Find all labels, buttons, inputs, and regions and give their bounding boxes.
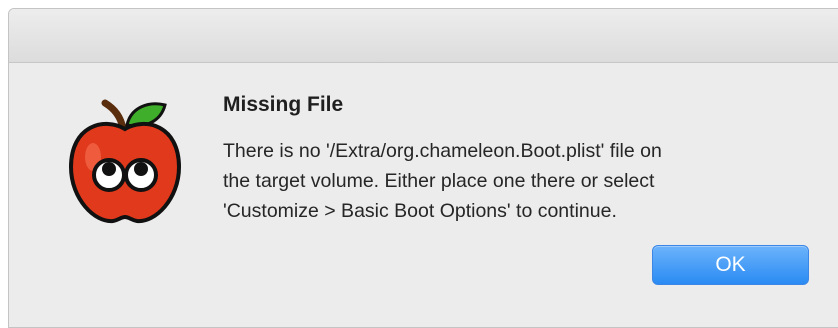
message-line: 'Customize > Basic Boot Options' to cont…	[223, 200, 617, 222]
message-line: There is no '/Extra/org.chameleon.Boot.p…	[223, 140, 662, 162]
message-line: the target volume. Either place one ther…	[223, 170, 655, 192]
dialog-title: Missing File	[223, 93, 344, 116]
chameleon-apple-icon	[68, 99, 182, 224]
alert-dialog: Missing File There is no '/Extra/org.cha…	[8, 8, 838, 328]
ok-button[interactable]: OK	[652, 245, 809, 285]
title-bar[interactable]	[9, 9, 838, 63]
dialog-message: There is no '/Extra/org.chameleon.Boot.p…	[223, 136, 803, 226]
